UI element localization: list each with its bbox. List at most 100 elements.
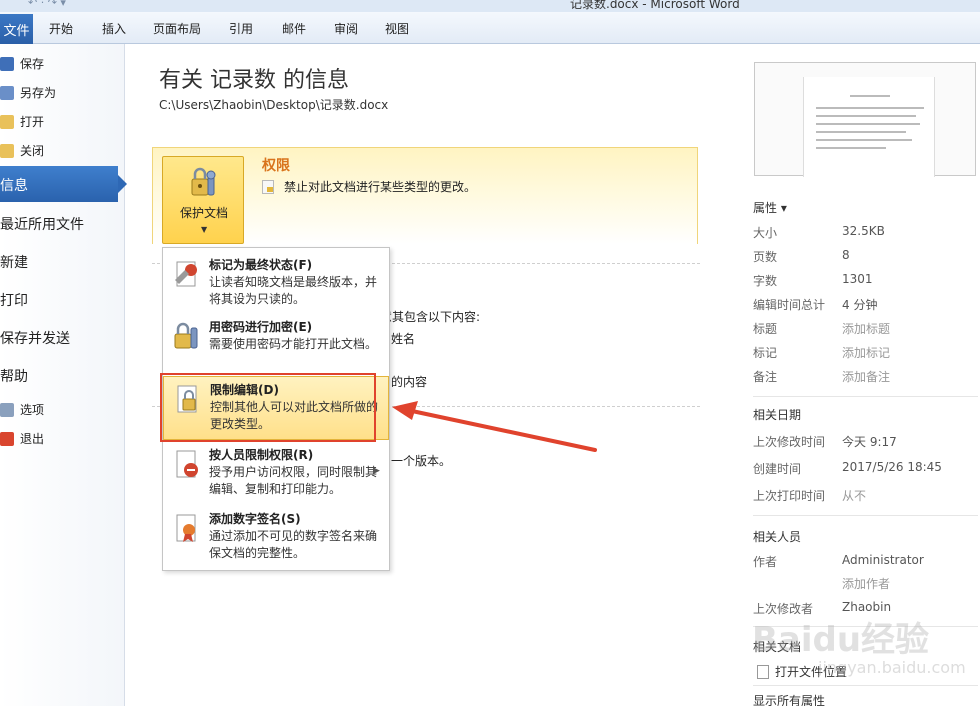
property-label: 字数 <box>753 274 778 288</box>
backstage-nav: 保存 另存为 打开 关闭 信息 最近所用文件 新建 打印 保存并发送 帮助 选项… <box>0 44 127 706</box>
nav-save-as[interactable]: 另存为 <box>0 84 56 101</box>
tab-references[interactable]: 引用 <box>229 20 253 37</box>
panel-divider <box>753 685 978 686</box>
versions-text: 一个版本。 <box>391 454 452 468</box>
thumbnail-line <box>816 123 920 125</box>
nav-options[interactable]: 选项 <box>0 401 44 418</box>
inspect-text-3: 的内容 <box>391 375 428 389</box>
nav-help[interactable]: 帮助 <box>0 366 28 386</box>
mark-final-icon <box>175 261 197 287</box>
property-label: 编辑时间总计 <box>753 298 826 312</box>
thumbnail-line <box>816 115 916 117</box>
nav-save-label: 保存 <box>20 57 45 71</box>
inspect-text-1: 意其包含以下内容: <box>380 310 481 324</box>
file-path: C:\Users\Zhaobin\Desktop\记录数.docx <box>159 98 389 112</box>
tab-file[interactable]: 文件 <box>0 14 33 44</box>
document-thumbnail[interactable] <box>754 62 976 177</box>
folder-open-icon <box>0 115 14 129</box>
save-icon <box>0 57 14 71</box>
related-dates-heading: 相关日期 <box>753 408 802 422</box>
folder-close-icon <box>0 144 14 158</box>
author-value[interactable]: Administrator <box>842 553 924 567</box>
author-label: 作者 <box>753 555 778 569</box>
nav-open[interactable]: 打开 <box>0 113 44 130</box>
quick-access-toolbar[interactable]: ↶ · ↷ ▾ <box>28 0 66 9</box>
property-label: 标题 <box>753 322 778 336</box>
property-label: 大小 <box>753 226 778 240</box>
nav-recent[interactable]: 最近所用文件 <box>0 214 84 234</box>
nav-print[interactable]: 打印 <box>0 290 28 310</box>
thumbnail-line <box>816 131 906 133</box>
nav-exit[interactable]: 退出 <box>0 430 44 447</box>
add-signature-title: 添加数字签名(S) <box>209 512 301 526</box>
mark-final-desc: 让读者知晓文档是最终版本，并将其设为只读的。 <box>209 275 378 306</box>
nav-exit-label: 退出 <box>20 432 45 446</box>
permissions-description-text: 禁止对此文档进行某些类型的更改。 <box>284 180 477 194</box>
save-as-icon <box>0 86 14 100</box>
related-people-heading: 相关人员 <box>753 530 802 544</box>
options-icon <box>0 403 14 417</box>
add-author-link[interactable]: 添加作者 <box>842 575 890 592</box>
thumbnail-page <box>803 77 935 177</box>
dropdown-arrow-icon: ▼ <box>201 225 208 234</box>
protect-document-button[interactable]: 保护文档 ▼ <box>162 156 244 244</box>
title-bar: ↶ · ↷ ▾ 记录数.docx - Microsoft Word <box>0 0 980 12</box>
property-value: 32.5KB <box>842 224 885 238</box>
nav-info[interactable]: 信息 <box>0 166 127 202</box>
tab-home[interactable]: 开始 <box>49 20 73 37</box>
tab-mailings[interactable]: 邮件 <box>282 20 306 37</box>
menu-item-add-signature[interactable]: 添加数字签名(S) 通过添加不可见的数字签名来确保文档的完整性。 <box>163 506 389 566</box>
property-value: 4 分钟 <box>842 298 878 312</box>
encrypt-title: 用密码进行加密(E) <box>209 320 313 334</box>
add-tags-field[interactable]: 添加标记 <box>842 344 890 361</box>
nav-save-and-send[interactable]: 保存并发送 <box>0 328 70 348</box>
date-label: 上次修改时间 <box>753 435 826 449</box>
restrict-by-people-title: 按人员限制权限(R) <box>209 448 314 462</box>
restrict-by-people-desc: 授予用户访问权限，同时限制其编辑、复制和打印能力。 <box>209 465 378 496</box>
property-label: 备注 <box>753 370 778 384</box>
date-value: 今天 9:17 <box>842 435 897 449</box>
tab-page-layout[interactable]: 页面布局 <box>153 20 201 37</box>
encrypt-icon <box>174 322 198 349</box>
property-value: 8 <box>842 248 850 262</box>
key-lock-icon <box>191 167 216 196</box>
encrypt-desc: 需要使用密码才能打开此文档。 <box>209 337 378 351</box>
add-title-field[interactable]: 添加标题 <box>842 320 890 337</box>
baidu-watermark: Baidu经验 <box>752 620 930 660</box>
nav-new[interactable]: 新建 <box>0 252 28 272</box>
property-label: 标记 <box>753 346 778 360</box>
nav-options-label: 选项 <box>20 403 45 417</box>
exit-icon <box>0 432 14 446</box>
tab-view[interactable]: 视图 <box>385 20 409 37</box>
thumbnail-line <box>850 95 890 97</box>
mark-final-title: 标记为最终状态(F) <box>209 258 313 272</box>
show-all-properties-link[interactable]: 显示所有属性 <box>753 692 825 706</box>
nav-open-label: 打开 <box>20 115 45 129</box>
property-value: 1301 <box>842 272 873 286</box>
permissions-heading: 权限 <box>262 158 290 174</box>
submenu-arrow-icon: ▶ <box>373 466 380 476</box>
tab-review[interactable]: 审阅 <box>334 20 358 37</box>
menu-item-encrypt[interactable]: 用密码进行加密(E) 需要使用密码才能打开此文档。 <box>163 314 389 374</box>
property-label: 页数 <box>753 250 778 264</box>
digital-signature-icon <box>176 514 196 542</box>
date-value: 2017/5/26 18:45 <box>842 460 942 474</box>
thumbnail-line <box>816 147 886 149</box>
properties-heading[interactable]: 属性 ▾ <box>753 199 787 216</box>
date-label: 创建时间 <box>753 462 802 476</box>
panel-divider <box>753 396 978 397</box>
add-signature-desc: 通过添加不可见的数字签名来确保文档的完整性。 <box>209 529 378 560</box>
menu-item-mark-final[interactable]: 标记为最终状态(F) 让读者知晓文档是最终版本，并将其设为只读的。 <box>163 252 389 312</box>
thumbnail-line <box>816 107 924 109</box>
annotation-arrow-icon <box>392 401 597 452</box>
menu-item-restrict-by-people[interactable]: 按人员限制权限(R) 授予用户访问权限，同时限制其编辑、复制和打印能力。 <box>163 442 389 502</box>
page-title: 有关 记录数 的信息 <box>159 68 349 93</box>
add-comments-field[interactable]: 添加备注 <box>842 368 890 385</box>
baidu-watermark-url: jingyan.baidu.com <box>818 658 966 677</box>
file-location-icon <box>757 665 769 679</box>
tab-insert[interactable]: 插入 <box>102 20 126 37</box>
thumbnail-line <box>816 139 912 141</box>
nav-close[interactable]: 关闭 <box>0 142 44 159</box>
nav-save[interactable]: 保存 <box>0 55 44 72</box>
restrict-permission-icon <box>176 450 198 478</box>
